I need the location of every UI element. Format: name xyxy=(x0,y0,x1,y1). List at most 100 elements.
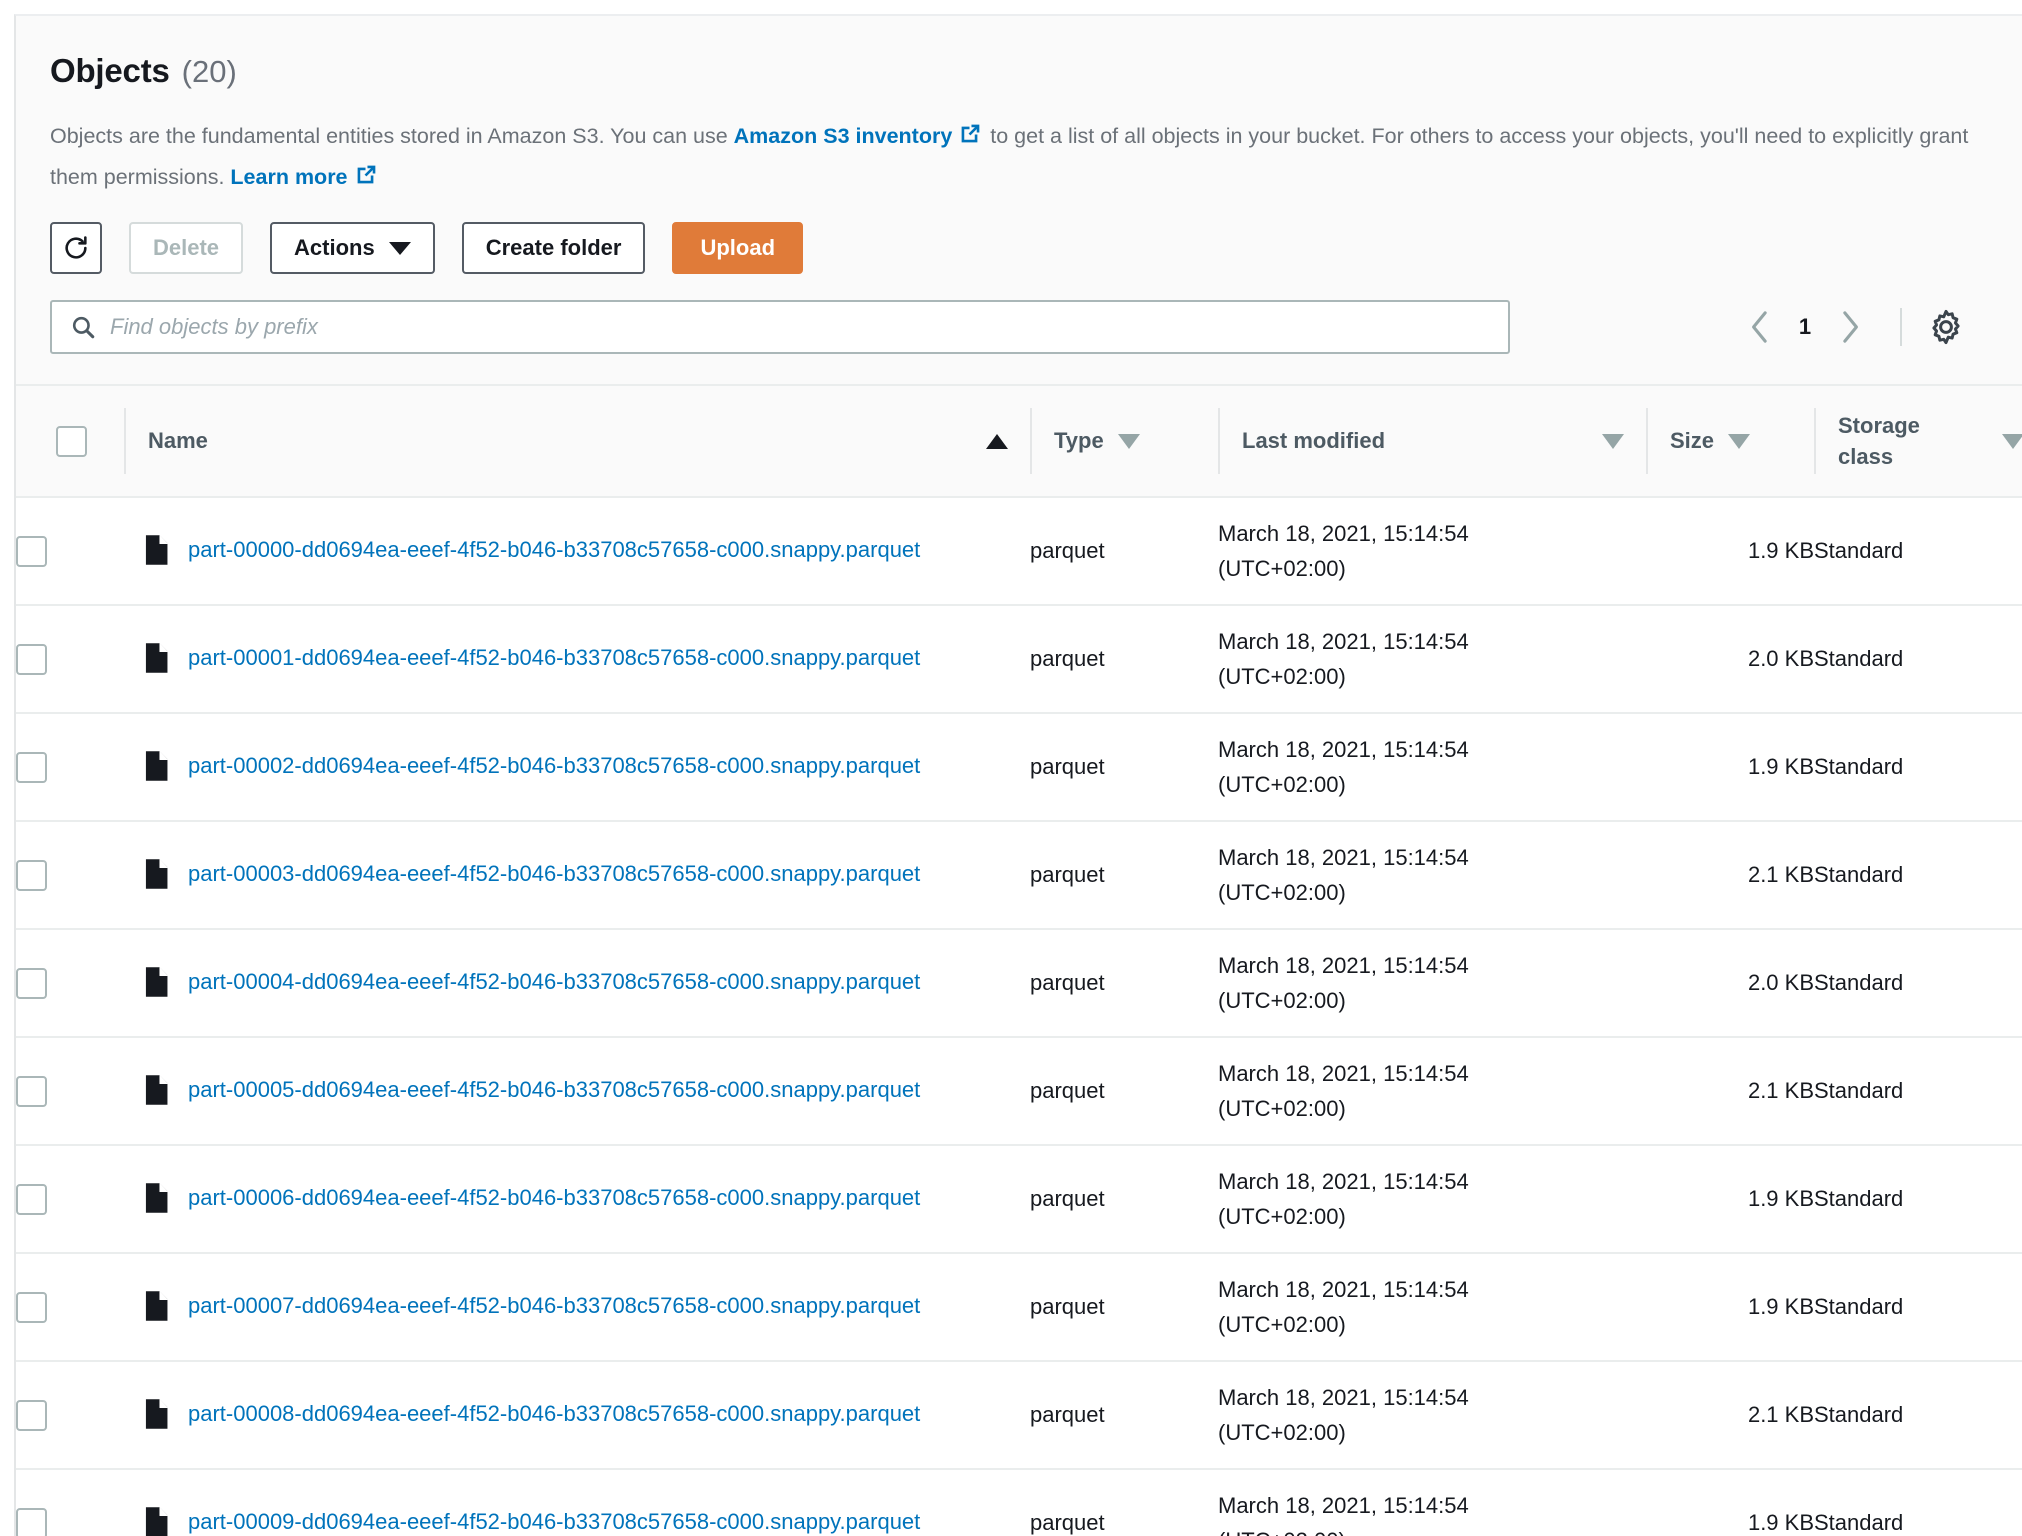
search-box[interactable] xyxy=(50,300,1510,354)
row-select-cell xyxy=(16,929,124,1038)
settings-gear-icon[interactable] xyxy=(1928,309,1964,345)
row-storage-class-cell: Standard xyxy=(1814,713,2022,822)
table-row[interactable]: part-00003-dd0694ea-eeef-4f52-b046-b3370… xyxy=(16,821,2022,930)
table-row[interactable]: part-00005-dd0694ea-eeef-4f52-b046-b3370… xyxy=(16,1037,2022,1146)
object-type: parquet xyxy=(1030,538,1105,563)
row-checkbox[interactable] xyxy=(16,1399,47,1431)
refresh-button[interactable] xyxy=(50,222,102,274)
next-page-button[interactable] xyxy=(1822,300,1878,354)
object-name-link[interactable]: part-00000-dd0694ea-eeef-4f52-b046-b3370… xyxy=(188,531,920,569)
page-number-1[interactable]: 1 xyxy=(1788,314,1822,340)
delete-button[interactable]: Delete xyxy=(129,222,244,274)
row-select-cell xyxy=(16,1145,124,1254)
object-name-link[interactable]: part-00005-dd0694ea-eeef-4f52-b046-b3370… xyxy=(188,1071,920,1109)
upload-button[interactable]: Upload xyxy=(672,222,804,274)
row-checkbox[interactable] xyxy=(16,1507,47,1536)
object-modified-timezone: (UTC+02:00) xyxy=(1218,1312,1346,1337)
row-last-modified-cell: March 18, 2021, 15:14:54 (UTC+02:00) xyxy=(1218,713,1646,822)
row-checkbox[interactable] xyxy=(16,535,47,567)
column-header-size[interactable]: Size xyxy=(1646,384,1814,498)
row-storage-class-cell: Standard xyxy=(1814,821,2022,930)
row-checkbox[interactable] xyxy=(16,1075,47,1107)
table-row[interactable]: part-00002-dd0694ea-eeef-4f52-b046-b3370… xyxy=(16,713,2022,822)
table-header: Name Type Last modified Size Storage cla… xyxy=(16,384,2022,498)
row-checkbox[interactable] xyxy=(16,859,47,891)
external-link-icon xyxy=(355,165,376,186)
column-header-storage-class[interactable]: Storage class xyxy=(1814,384,2022,498)
row-select-cell xyxy=(16,605,124,714)
row-checkbox[interactable] xyxy=(16,1183,47,1215)
amazon-s3-inventory-link[interactable]: Amazon S3 inventory xyxy=(734,124,953,148)
storage-class-line2: class xyxy=(1838,444,1894,469)
object-modified-date: March 18, 2021, 15:14:54 xyxy=(1218,629,1469,654)
row-storage-class-cell: Standard xyxy=(1814,1145,2022,1254)
learn-more-link[interactable]: Learn more xyxy=(230,165,347,189)
row-type-cell: parquet xyxy=(1030,1253,1218,1362)
object-name-link[interactable]: part-00001-dd0694ea-eeef-4f52-b046-b3370… xyxy=(188,639,920,677)
row-type-cell: parquet xyxy=(1030,1361,1218,1470)
row-last-modified-cell: March 18, 2021, 15:14:54 (UTC+02:00) xyxy=(1218,821,1646,930)
row-last-modified-cell: March 18, 2021, 15:14:54 (UTC+02:00) xyxy=(1218,929,1646,1038)
row-size-cell: 2.1 KB xyxy=(1646,1361,1814,1470)
row-size-cell: 1.9 KB xyxy=(1646,497,1814,606)
table-row[interactable]: part-00001-dd0694ea-eeef-4f52-b046-b3370… xyxy=(16,605,2022,714)
object-name-link[interactable]: part-00004-dd0694ea-eeef-4f52-b046-b3370… xyxy=(188,963,920,1001)
search-input[interactable] xyxy=(108,302,1508,352)
object-name-link[interactable]: part-00007-dd0694ea-eeef-4f52-b046-b3370… xyxy=(188,1287,920,1325)
object-type: parquet xyxy=(1030,1078,1105,1103)
table-row[interactable]: part-00009-dd0694ea-eeef-4f52-b046-b3370… xyxy=(16,1469,2022,1536)
table-row[interactable]: part-00007-dd0694ea-eeef-4f52-b046-b3370… xyxy=(16,1253,2022,1362)
table-row[interactable]: part-00004-dd0694ea-eeef-4f52-b046-b3370… xyxy=(16,929,2022,1038)
object-name-link[interactable]: part-00009-dd0694ea-eeef-4f52-b046-b3370… xyxy=(188,1503,920,1536)
previous-page-button[interactable] xyxy=(1732,300,1788,354)
object-storage-class: Standard xyxy=(1814,1294,1904,1319)
file-icon xyxy=(144,858,170,896)
row-checkbox[interactable] xyxy=(16,751,47,783)
column-header-type[interactable]: Type xyxy=(1030,384,1218,498)
object-storage-class: Standard xyxy=(1814,970,1904,995)
row-size-cell: 2.0 KB xyxy=(1646,605,1814,714)
row-last-modified-cell: March 18, 2021, 15:14:54 (UTC+02:00) xyxy=(1218,497,1646,606)
row-select-cell xyxy=(16,1361,124,1470)
object-modified-timezone: (UTC+02:00) xyxy=(1218,1420,1346,1445)
object-size: 1.9 KB xyxy=(1747,1510,1814,1535)
table-row[interactable]: part-00008-dd0694ea-eeef-4f52-b046-b3370… xyxy=(16,1361,2022,1470)
row-size-cell: 2.1 KB xyxy=(1646,821,1814,930)
row-storage-class-cell: Standard xyxy=(1814,1253,2022,1362)
row-storage-class-cell: Standard xyxy=(1814,605,2022,714)
object-name-link[interactable]: part-00006-dd0694ea-eeef-4f52-b046-b3370… xyxy=(188,1179,920,1217)
object-type: parquet xyxy=(1030,970,1105,995)
file-icon xyxy=(144,1182,170,1220)
object-size: 2.1 KB xyxy=(1747,862,1814,887)
column-header-last-modified[interactable]: Last modified xyxy=(1218,384,1646,498)
object-modified-timezone: (UTC+02:00) xyxy=(1218,1096,1346,1121)
column-header-name[interactable]: Name xyxy=(124,384,1030,498)
row-name-cell: part-00000-dd0694ea-eeef-4f52-b046-b3370… xyxy=(124,497,1030,606)
object-name-link[interactable]: part-00003-dd0694ea-eeef-4f52-b046-b3370… xyxy=(188,855,920,893)
object-modified-timezone: (UTC+02:00) xyxy=(1218,1523,1646,1536)
table-row[interactable]: part-00000-dd0694ea-eeef-4f52-b046-b3370… xyxy=(16,497,2022,606)
object-type: parquet xyxy=(1030,862,1105,887)
objects-panel: Objects (20) Objects are the fundamental… xyxy=(14,14,2022,1536)
table-header-row: Name Type Last modified Size Storage cla… xyxy=(16,384,2022,498)
object-name-link[interactable]: part-00002-dd0694ea-eeef-4f52-b046-b3370… xyxy=(188,747,920,785)
select-all-checkbox[interactable] xyxy=(56,425,87,457)
row-name-cell: part-00008-dd0694ea-eeef-4f52-b046-b3370… xyxy=(124,1361,1030,1470)
actions-dropdown-button[interactable]: Actions xyxy=(270,222,435,274)
create-folder-button[interactable]: Create folder xyxy=(461,222,646,274)
row-type-cell: parquet xyxy=(1030,605,1218,714)
row-checkbox[interactable] xyxy=(16,967,47,999)
object-size: 1.9 KB xyxy=(1747,754,1814,779)
panel-description: Objects are the fundamental entities sto… xyxy=(50,116,1970,198)
row-checkbox[interactable] xyxy=(16,1291,47,1323)
column-label-type: Type xyxy=(1054,428,1104,453)
row-last-modified-cell: March 18, 2021, 15:14:54 (UTC+02:00) xyxy=(1218,1145,1646,1254)
column-label-last-modified: Last modified xyxy=(1242,428,1386,453)
row-checkbox[interactable] xyxy=(16,643,47,675)
object-type: parquet xyxy=(1030,1510,1105,1535)
object-size: 2.0 KB xyxy=(1747,970,1814,995)
table-row[interactable]: part-00006-dd0694ea-eeef-4f52-b046-b3370… xyxy=(16,1145,2022,1254)
chevron-down-icon xyxy=(388,241,411,255)
object-name-link[interactable]: part-00008-dd0694ea-eeef-4f52-b046-b3370… xyxy=(188,1395,920,1433)
row-type-cell: parquet xyxy=(1030,1037,1218,1146)
